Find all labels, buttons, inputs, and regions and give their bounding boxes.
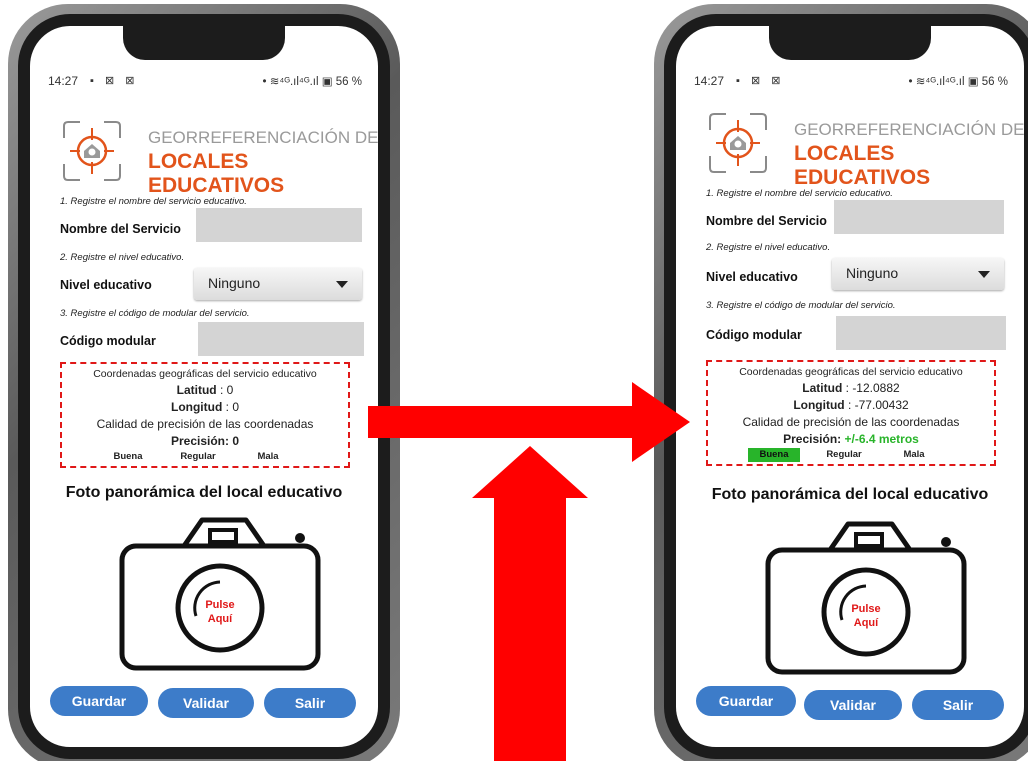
quality-level-bad: Mala [257,451,279,462]
precision-label: Precisión: [170,434,233,448]
longitude-label: Longitud [793,398,845,412]
precision-row: Precisión: +/-6.4 metros [708,432,994,446]
coordinates-title: Coordenadas geográficas del servicio edu… [739,366,963,378]
arrow-up-icon [472,446,588,761]
camera-text-2: Aquí [854,617,879,629]
latitude-separator: : [216,383,227,397]
exit-button[interactable]: Salir [912,690,1004,720]
education-level-select[interactable]: Ninguno [194,268,362,300]
precision-label: Precisión: [783,432,845,446]
service-name-label: Nombre del Servicio [706,214,827,228]
instruction-step-1: 1. Registre el nombre del servicio educa… [60,196,247,207]
brand-line-1: GEORREFERENCIACIÓN DE [148,128,378,147]
modular-code-input[interactable] [836,316,1006,350]
photo-title: Foto panorámica del local educativo [711,486,989,503]
coordinates-title: Coordenadas geográficas del servicio edu… [93,368,317,380]
longitude-row: Longitud : -77.00432 [708,398,994,412]
education-level-value: Ninguno [846,265,899,281]
phone-before: 14:27 ▪ ⊠ ⊠ • ≋⁴ᴳ.ıl⁴ᴳ.ıl ▣ 56 % GEORREF… [8,4,400,761]
camera-text-2: Aquí [208,613,233,625]
latitude-value: -12.0882 [852,381,900,395]
brand-line-2: LOCALES EDUCATIVOS [148,150,285,197]
education-level-select[interactable]: Ninguno [832,258,1004,290]
status-bar: 14:27 ▪ ⊠ ⊠ • ≋⁴ᴳ.ıl⁴ᴳ.ıl ▣ 56 % [676,74,1024,92]
latitude-row: Latitud : 0 [62,383,348,397]
georeference-logo-icon [63,121,121,181]
transition-arrows [368,382,690,761]
latitude-separator: : [842,381,853,395]
education-level-value: Ninguno [208,275,261,291]
precision-value: 0 [232,434,240,448]
brand-line-1: GEORREFERENCIACIÓN DE [794,120,1024,139]
longitude-separator: : [844,398,855,412]
app-screen: 14:27 ▪ ⊠ ⊠ • ≋⁴ᴳ.ıl⁴ᴳ.ıl ▣ 56 % GEORREF… [30,26,378,747]
phone-notch [769,26,931,60]
longitude-value: 0 [232,400,239,414]
longitude-separator: : [222,400,233,414]
quality-levels: Buena Regular Mala [62,450,348,464]
status-time: 14:27 [48,74,79,88]
quality-level-good: Buena [113,451,143,462]
app-screen: 14:27 ▪ ⊠ ⊠ • ≋⁴ᴳ.ıl⁴ᴳ.ıl ▣ 56 % GEORREF… [676,26,1024,747]
education-level-label: Nivel educativo [60,278,152,292]
instruction-step-2: 2. Registre el nivel educativo. [706,242,831,253]
longitude-value: -77.00432 [854,398,909,412]
longitude-label: Longitud [170,400,223,414]
quality-levels: Buena Regular Mala [708,448,994,462]
precision-row: Precisión: 0 [62,434,348,448]
quality-title: Calidad de precisión de las coordenadas [96,417,314,431]
modular-code-label: Código modular [706,328,802,342]
system-status-icons: • ≋⁴ᴳ.ıl⁴ᴳ.ıl ▣ 56 % [908,76,1008,88]
status-time: 14:27 [694,74,725,88]
quality-title: Calidad de precisión de las coordenadas [742,415,960,429]
quality-level-good: Buena [748,448,800,462]
validate-button[interactable]: Validar [158,688,254,718]
camera-icon[interactable]: Pulse Aquí [114,516,326,676]
status-bar: 14:27 ▪ ⊠ ⊠ • ≋⁴ᴳ.ıl⁴ᴳ.ıl ▣ 56 % [30,74,378,92]
service-name-input[interactable] [196,208,362,242]
validate-button[interactable]: Validar [804,690,902,720]
notification-icons: ▪ ⊠ ⊠ [90,75,139,87]
georeference-logo-icon [709,113,767,173]
save-button[interactable]: Guardar [50,686,148,716]
dropdown-caret-icon [978,271,990,278]
modular-code-input[interactable] [198,322,364,356]
service-name-input[interactable] [834,200,1004,234]
camera-icon[interactable]: Pulse Aquí [760,520,972,680]
photo-title: Foto panorámica del local educativo [65,484,343,501]
coordinates-panel: Coordenadas geográficas del servicio edu… [706,360,996,466]
dropdown-caret-icon [336,281,348,288]
coordinates-panel: Coordenadas geográficas del servicio edu… [60,362,350,468]
education-level-label: Nivel educativo [706,270,798,284]
modular-code-label: Código modular [60,334,156,348]
brand-line-2: LOCALES EDUCATIVOS [794,142,931,189]
instruction-step-3: 3. Registre el código de modular del ser… [706,300,896,311]
service-name-label: Nombre del Servicio [60,222,181,236]
quality-level-bad: Mala [903,449,925,460]
latitude-label: Latitud [176,383,217,397]
precision-value: +/-6.4 metros [844,432,919,446]
system-status-icons: • ≋⁴ᴳ.ıl⁴ᴳ.ıl ▣ 56 % [262,76,362,88]
app-header: GEORREFERENCIACIÓN DE LOCALES EDUCATIVOS [706,110,1024,189]
latitude-row: Latitud : -12.0882 [708,381,994,395]
instruction-step-1: 1. Registre el nombre del servicio educa… [706,188,893,199]
instruction-step-3: 3. Registre el código de modular del ser… [60,308,250,319]
quality-level-regular: Regular [180,451,216,462]
phone-notch [123,26,285,60]
camera-text-1: Pulse [205,599,234,611]
latitude-value: 0 [226,383,234,397]
app-header: GEORREFERENCIACIÓN DE LOCALES EDUCATIVOS [60,118,378,197]
latitude-label: Latitud [802,381,843,395]
camera-text-1: Pulse [851,603,880,615]
exit-button[interactable]: Salir [264,688,356,718]
instruction-step-2: 2. Registre el nivel educativo. [60,252,185,263]
notification-icons: ▪ ⊠ ⊠ [736,75,785,87]
quality-level-regular: Regular [826,449,862,460]
longitude-row: Longitud : 0 [62,400,348,414]
